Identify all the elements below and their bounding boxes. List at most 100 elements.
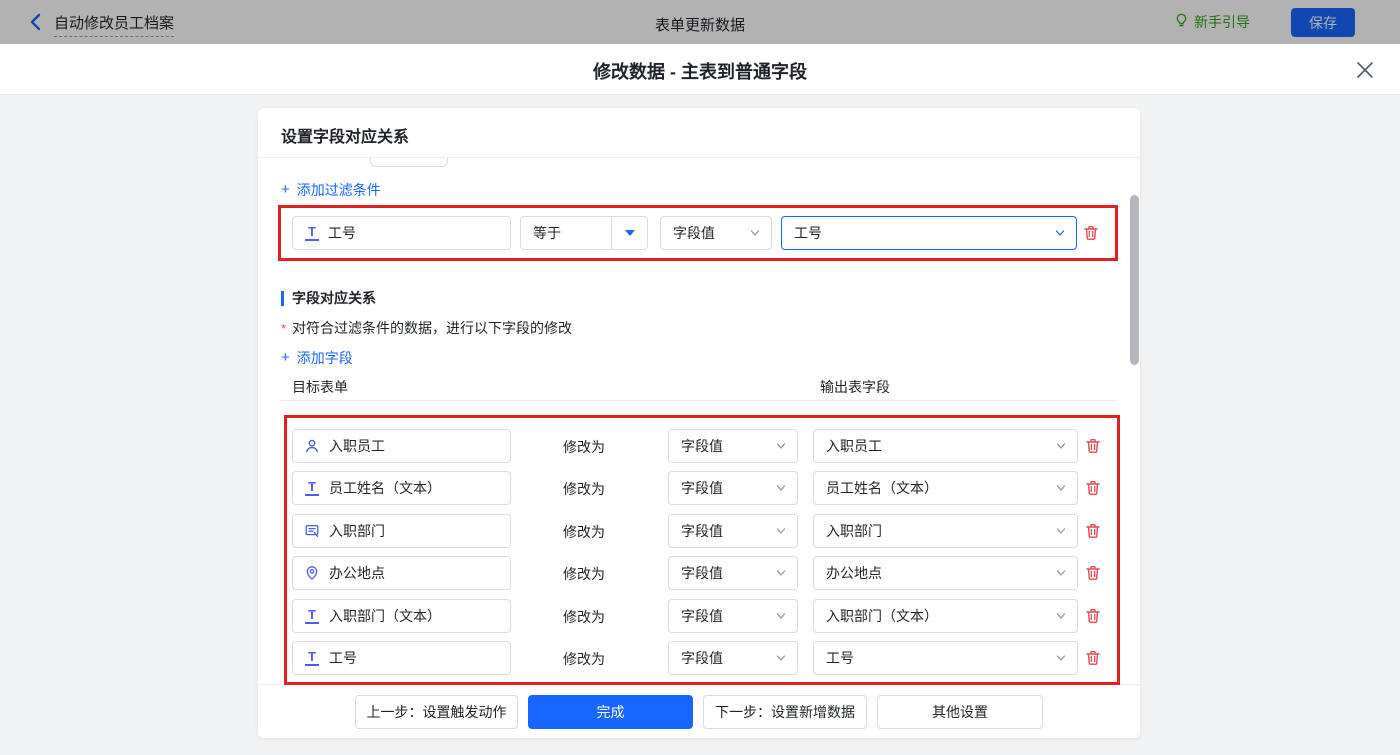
mapping-row: T 入职员工 修改为 字段值 入职员工 [258,429,1140,463]
delete-row-icon[interactable] [1084,437,1102,455]
caret-down-icon [625,230,635,236]
valuetype-label: 字段值 [681,648,723,668]
target-field-label: 入职部门 [329,521,385,541]
prev-step-button[interactable]: 上一步：设置触发动作 [355,695,518,729]
footer-divider [258,684,1140,685]
delete-row-icon[interactable] [1084,607,1102,625]
modify-to-label: 修改为 [563,479,605,499]
card-title: 设置字段对应关系 [281,123,409,147]
chevron-down-icon [1054,227,1066,239]
chevron-down-icon [775,525,787,537]
target-field-input[interactable]: T 入职部门（文本） [292,599,511,633]
valuetype-select[interactable]: 字段值 [668,514,798,548]
output-field-label: 入职部门 [826,521,882,541]
filter-valuefield-label: 工号 [794,223,822,243]
target-field-input[interactable]: T 入职员工 [292,429,511,463]
valuetype-select[interactable]: 字段值 [668,641,798,675]
output-field-select[interactable]: 入职员工 [813,429,1078,463]
chevron-down-icon [749,227,761,239]
operator-caret-button[interactable] [611,217,647,249]
text-field-icon: T [304,225,320,241]
valuetype-label: 字段值 [681,436,723,456]
target-field-input[interactable]: T 入职部门 [292,514,511,548]
modify-to-label: 修改为 [563,607,605,627]
filter-operator-select[interactable]: 等于 [520,216,648,250]
output-field-select[interactable]: 办公地点 [813,556,1078,590]
chevron-down-icon [775,652,787,664]
modify-to-label: 修改为 [563,649,605,669]
field-type-icon: T [304,608,320,624]
output-field-label: 员工姓名（文本） [826,478,938,498]
target-field-input[interactable]: T 员工姓名（文本） [292,471,511,505]
valuetype-select[interactable]: 字段值 [668,556,798,590]
field-type-icon: T [304,565,320,581]
column-header-target: 目标表单 [292,377,348,397]
scrollbar-thumb[interactable] [1130,195,1139,365]
chevron-down-icon [775,567,787,579]
chevron-down-icon [775,482,787,494]
modal-header: 修改数据 - 主表到普通字段 [0,44,1400,95]
finish-button[interactable]: 完成 [528,695,693,729]
output-field-select[interactable]: 工号 [813,641,1078,675]
target-field-input[interactable]: T 工号 [292,641,511,675]
filter-valuetype-select[interactable]: 字段值 [660,216,772,250]
delete-row-icon[interactable] [1084,564,1102,582]
valuetype-label: 字段值 [681,478,723,498]
valuetype-select[interactable]: 字段值 [668,429,798,463]
modal-dim-overlay [0,0,1400,44]
add-field-label: 添加字段 [297,348,353,368]
filter-valuefield-select[interactable]: 工号 [781,216,1077,250]
target-field-label: 入职员工 [329,436,385,456]
add-filter-condition-link[interactable]: + 添加过滤条件 [281,180,381,200]
output-field-select[interactable]: 入职部门 [813,514,1078,548]
output-field-label: 工号 [826,648,854,668]
clipped-scrolled-control [370,158,448,167]
target-field-input[interactable]: T 办公地点 [292,556,511,590]
filter-operator-label: 等于 [521,223,611,243]
delete-row-icon[interactable] [1084,649,1102,667]
table-header-divider [281,400,1117,401]
mapping-row: T 办公地点 修改为 字段值 办公地点 [258,556,1140,590]
modify-to-label: 修改为 [563,437,605,457]
delete-row-icon[interactable] [1084,479,1102,497]
output-field-select[interactable]: 员工姓名（文本） [813,471,1078,505]
chevron-down-icon [1055,567,1067,579]
valuetype-select[interactable]: 字段值 [668,471,798,505]
field-type-icon: T [304,438,320,454]
add-field-link[interactable]: + 添加字段 [281,348,353,368]
other-settings-button[interactable]: 其他设置 [877,695,1043,729]
plus-icon: + [281,183,290,197]
plus-icon: + [281,351,290,365]
output-field-label: 入职部门（文本） [826,606,938,626]
mapping-row: T 入职部门（文本） 修改为 字段值 入职部门（文本） [258,599,1140,633]
add-filter-label: 添加过滤条件 [297,180,381,200]
valuetype-label: 字段值 [681,563,723,583]
modal-body: 设置字段对应关系 + 添加过滤条件 T 工号 等于 字段值 工号 [0,95,1400,755]
delete-filter-icon[interactable] [1082,224,1100,242]
target-field-label: 入职部门（文本） [329,606,441,626]
settings-card: 设置字段对应关系 + 添加过滤条件 T 工号 等于 字段值 工号 [258,108,1140,738]
output-field-label: 办公地点 [826,563,882,583]
modify-to-label: 修改为 [563,522,605,542]
chevron-down-icon [1055,525,1067,537]
valuetype-label: 字段值 [681,521,723,541]
required-asterisk: * [281,321,286,336]
delete-row-icon[interactable] [1084,522,1102,540]
chevron-down-icon [775,440,787,452]
target-field-label: 工号 [329,648,357,668]
chevron-down-icon [1055,610,1067,622]
mapping-description: *对符合过滤条件的数据，进行以下字段的修改 [281,318,572,338]
mapping-row: T 工号 修改为 字段值 工号 [258,641,1140,675]
filter-field-input[interactable]: T 工号 [292,216,511,250]
output-field-select[interactable]: 入职部门（文本） [813,599,1078,633]
output-field-label: 入职员工 [826,436,882,456]
close-icon[interactable] [1354,59,1376,81]
target-field-label: 办公地点 [329,563,385,583]
modal-title: 修改数据 - 主表到普通字段 [0,58,1400,84]
mapping-row: T 入职部门 修改为 字段值 入职部门 [258,514,1140,548]
valuetype-select[interactable]: 字段值 [668,599,798,633]
chevron-down-icon [1055,482,1067,494]
next-step-button[interactable]: 下一步：设置新增数据 [703,695,867,729]
mapping-row: T 员工姓名（文本） 修改为 字段值 员工姓名（文本） [258,471,1140,505]
field-type-icon: T [304,650,320,666]
